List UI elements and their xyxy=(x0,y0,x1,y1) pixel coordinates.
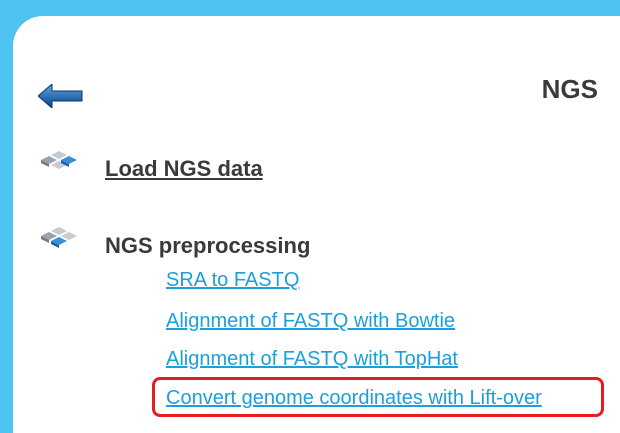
page-title: NGS xyxy=(541,74,598,104)
frame-corner-inner xyxy=(13,16,73,76)
alignment-bowtie-link[interactable]: Alignment of FASTQ with Bowtie xyxy=(166,310,455,333)
highlight-box xyxy=(152,377,604,417)
cubes-icon xyxy=(37,150,83,178)
alignment-tophat-link[interactable]: Alignment of FASTQ with TopHat xyxy=(166,348,458,371)
page-frame: NGS Load NGS data NGS preprocessing SRA … xyxy=(0,0,620,433)
ngs-preprocessing-heading: NGS preprocessing xyxy=(105,233,311,258)
back-arrow-icon[interactable] xyxy=(37,82,84,110)
cubes-icon xyxy=(37,226,83,254)
frame-border-top xyxy=(0,0,620,16)
frame-border-left xyxy=(0,0,13,433)
load-ngs-data-link[interactable]: Load NGS data xyxy=(105,156,263,182)
sra-to-fastq-link[interactable]: SRA to FASTQ xyxy=(166,269,299,292)
